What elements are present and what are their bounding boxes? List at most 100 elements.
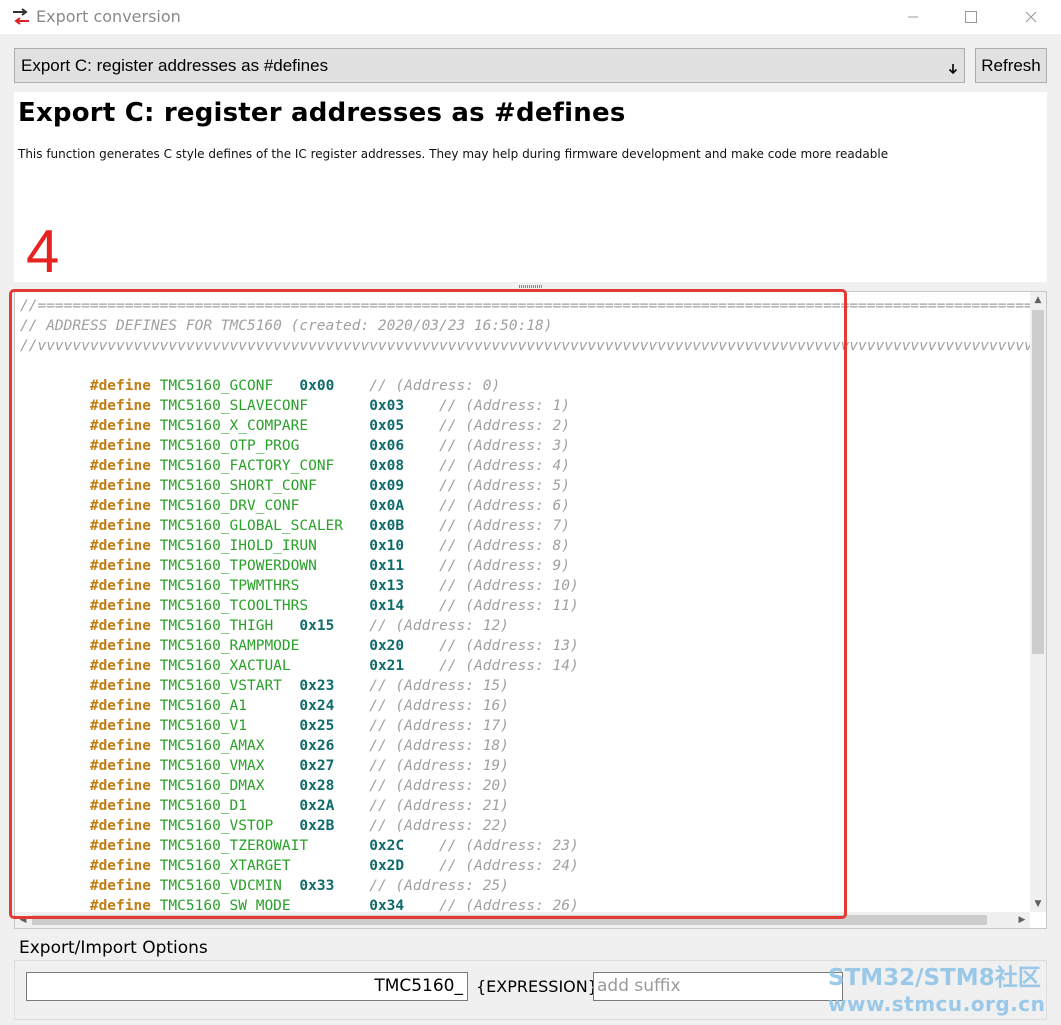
define-line: #define TMC5160_AMAX 0x26 // (Address: 1… [20,736,1030,756]
define-keyword: #define [89,698,151,714]
maximize-icon [965,11,977,23]
address-comment: // (Address: 23) [439,838,579,854]
horizontal-scrollbar[interactable]: ◀ ▶ [15,912,1030,928]
define-keyword: #define [89,558,151,574]
define-line: #define TMC5160_FACTORY_CONF 0x08 // (Ad… [20,456,1030,476]
define-line: #define TMC5160_SLAVECONF 0x03 // (Addre… [20,396,1030,416]
register-address-value: 0x05 [369,418,405,434]
register-name: TMC5160_VSTOP [159,818,274,834]
expression-label: {EXPRESSION} [476,977,598,996]
define-keyword: #define [89,798,151,814]
register-name: TMC5160_X_COMPARE [159,418,309,434]
define-keyword: #define [89,498,151,514]
register-name: TMC5160_XTARGET [159,858,291,874]
register-address-value: 0x15 [299,618,335,634]
register-name: TMC5160_TCOOLTHRS [159,598,309,614]
register-name: TMC5160_VMAX [159,758,265,774]
define-keyword: #define [89,638,151,654]
register-name: TMC5160_AMAX [159,738,265,754]
define-line: #define TMC5160_A1 0x24 // (Address: 16) [20,696,1030,716]
define-keyword: #define [89,858,151,874]
code-text[interactable]: //======================================… [20,296,1030,914]
define-keyword: #define [89,818,151,834]
code-header-line: //======================================… [20,298,1030,314]
register-name: TMC5160_DRV_CONF [159,498,300,514]
register-address-value: 0x33 [299,878,335,894]
define-line: #define TMC5160_VSTOP 0x2B // (Address: … [20,816,1030,836]
close-icon [1025,11,1037,23]
code-output-panel[interactable]: //======================================… [14,291,1047,929]
register-name: TMC5160_DMAX [159,778,265,794]
scroll-left-icon[interactable]: ◀ [15,912,31,928]
define-line: #define TMC5160_VMAX 0x27 // (Address: 1… [20,756,1030,776]
define-keyword: #define [89,738,151,754]
define-line: #define TMC5160_DRV_CONF 0x0A // (Addres… [20,496,1030,516]
register-address-value: 0x25 [299,718,335,734]
define-line: #define TMC5160_D1 0x2A // (Address: 21) [20,796,1030,816]
define-keyword: #define [89,878,151,894]
address-comment: // (Address: 0) [369,378,501,394]
register-name: TMC5160_RAMPMODE [159,638,300,654]
define-line: #define TMC5160_V1 0x25 // (Address: 17) [20,716,1030,736]
minimize-button[interactable] [890,0,936,34]
export-type-select[interactable]: Export C: register addresses as #defines [14,48,965,83]
register-address-value: 0x23 [299,678,335,694]
register-name: TMC5160_GLOBAL_SCALER [159,518,344,534]
vertical-scroll-thumb[interactable] [1032,310,1044,654]
define-keyword: #define [89,598,151,614]
address-comment: // (Address: 21) [369,798,509,814]
prefix-input[interactable]: TMC5160_ [26,972,468,1001]
define-line: #define TMC5160_XACTUAL 0x21 // (Address… [20,656,1030,676]
address-comment: // (Address: 15) [369,678,509,694]
description-title: Export C: register addresses as #defines [18,98,626,128]
address-comment: // (Address: 4) [439,458,571,474]
register-name: TMC5160_V1 [159,718,247,734]
define-line: #define TMC5160_TCOOLTHRS 0x14 // (Addre… [20,596,1030,616]
address-comment: // (Address: 2) [439,418,570,434]
register-address-value: 0x13 [369,578,405,594]
register-address-value: 0x24 [299,698,335,714]
address-comment: // (Address: 6) [439,498,571,514]
window-title: Export conversion [36,7,181,26]
scroll-up-icon[interactable]: ▲ [1030,292,1046,308]
annotation-number: 4 [26,218,60,285]
register-address-value: 0x2D [369,858,405,874]
register-address-value: 0x21 [369,658,405,674]
define-keyword: #define [89,758,151,774]
scroll-right-icon[interactable]: ▶ [1014,912,1030,928]
address-comment: // (Address: 24) [439,858,579,874]
suffix-input[interactable]: add suffix [593,972,843,1001]
address-comment: // (Address: 5) [439,478,571,494]
vertical-scrollbar[interactable]: ▲ ▼ [1030,292,1046,912]
define-line: #define TMC5160_TZEROWAIT 0x2C // (Addre… [20,836,1030,856]
address-comment: // (Address: 19) [369,758,509,774]
define-keyword: #define [89,418,151,434]
define-keyword: #define [89,538,151,554]
define-line: #define TMC5160_GCONF 0x00 // (Address: … [20,376,1030,396]
address-comment: // (Address: 22) [369,818,509,834]
define-keyword: #define [89,438,151,454]
refresh-button[interactable]: Refresh [975,48,1047,83]
close-button[interactable] [1008,0,1054,34]
register-address-value: 0x2B [299,818,335,834]
define-line: #define TMC5160_VDCMIN 0x33 // (Address:… [20,876,1030,896]
register-name: TMC5160_D1 [159,798,247,814]
code-header-line: //vvvvvvvvvvvvvvvvvvvvvvvvvvvvvvvvvvvvvv… [20,338,1030,354]
define-line: #define TMC5160_TPOWERDOWN 0x11 // (Addr… [20,556,1030,576]
register-address-value: 0x10 [369,538,405,554]
horizontal-scroll-thumb[interactable] [32,915,987,925]
maximize-button[interactable] [948,0,994,34]
address-comment: // (Address: 12) [369,618,509,634]
define-keyword: #define [89,478,151,494]
register-address-value: 0x11 [369,558,405,574]
register-address-value: 0x03 [369,398,405,414]
define-line: #define TMC5160_XTARGET 0x2D // (Address… [20,856,1030,876]
define-line: #define TMC5160_SHORT_CONF 0x09 // (Addr… [20,476,1030,496]
register-address-value: 0x0A [369,498,405,514]
define-line: #define TMC5160_VSTART 0x23 // (Address:… [20,676,1030,696]
define-keyword: #define [89,678,151,694]
scroll-down-icon[interactable]: ▼ [1030,896,1046,912]
splitter-handle[interactable] [519,285,543,288]
register-address-value: 0x0B [369,518,405,534]
